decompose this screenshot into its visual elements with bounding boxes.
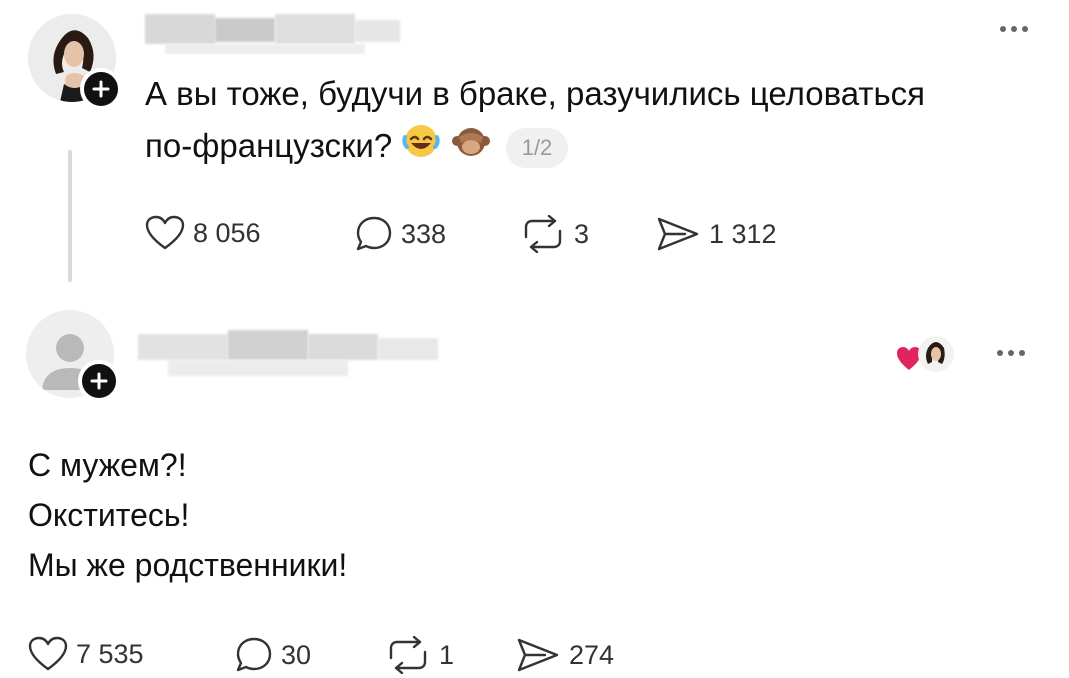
- post-repost-count: 3: [574, 218, 590, 249]
- reply-like-count: 7 535: [76, 638, 144, 669]
- reply-share-count: 274: [569, 639, 615, 670]
- reply-repost-button[interactable]: 1: [385, 636, 454, 674]
- post-text-line1: А вы тоже, будучи в браке, разучились це…: [145, 75, 926, 112]
- comment-bubble-icon: [236, 637, 272, 672]
- follow-plus-badge[interactable]: [80, 68, 122, 110]
- heart-icon: [145, 215, 185, 250]
- heart-icon: [897, 347, 921, 370]
- repost-icon: [389, 636, 427, 674]
- send-icon: [657, 217, 699, 251]
- post-comment-count: 338: [401, 218, 447, 249]
- reply-repost-count: 1: [439, 639, 455, 670]
- post-text-line2-text: по-французски?: [145, 127, 393, 164]
- plus-icon: [90, 372, 108, 390]
- post-like-count: 8 056: [193, 217, 261, 248]
- reply-like-button[interactable]: 7 535: [28, 636, 144, 672]
- reply-text-line3: Мы же родственники!: [28, 547, 348, 583]
- tears-of-joy-emoji: [401, 121, 441, 176]
- post-comment-button[interactable]: 338: [355, 215, 446, 253]
- liked-by-author-indicator: [896, 334, 956, 376]
- reply-author-username-blurred[interactable]: [138, 326, 438, 386]
- repost-icon: [524, 215, 562, 253]
- post-share-button[interactable]: 1 312: [655, 215, 777, 253]
- post-share-count: 1 312: [709, 218, 777, 249]
- reply-more-button[interactable]: [997, 350, 1025, 356]
- reply-body: С мужем?! Окститесь! Мы же родственники!: [28, 440, 928, 590]
- reply-comment-count: 30: [281, 639, 312, 670]
- comment-bubble-icon: [356, 216, 392, 251]
- thread-connector-line: [68, 150, 72, 282]
- post-more-button[interactable]: [1000, 26, 1028, 32]
- send-icon: [517, 638, 559, 672]
- media-page-indicator[interactable]: 1/2: [505, 128, 569, 169]
- reply-comment-button[interactable]: 30: [235, 636, 311, 674]
- post-repost-button[interactable]: 3: [520, 215, 589, 253]
- post-like-button[interactable]: 8 056: [145, 215, 261, 251]
- reply-text-line2: Окститесь!: [28, 497, 190, 533]
- reply-share-button[interactable]: 274: [515, 636, 614, 674]
- post-text-line2: по-французски? 1/2: [145, 120, 1045, 176]
- reply-text-line1: С мужем?!: [28, 447, 187, 483]
- reply-follow-plus-badge[interactable]: [78, 360, 120, 402]
- post-body: А вы тоже, будучи в браке, разучились це…: [145, 68, 1045, 176]
- see-no-evil-monkey-emoji: [451, 121, 491, 176]
- heart-icon: [28, 636, 68, 671]
- plus-icon: [92, 80, 110, 98]
- author-username-blurred[interactable]: [145, 14, 400, 56]
